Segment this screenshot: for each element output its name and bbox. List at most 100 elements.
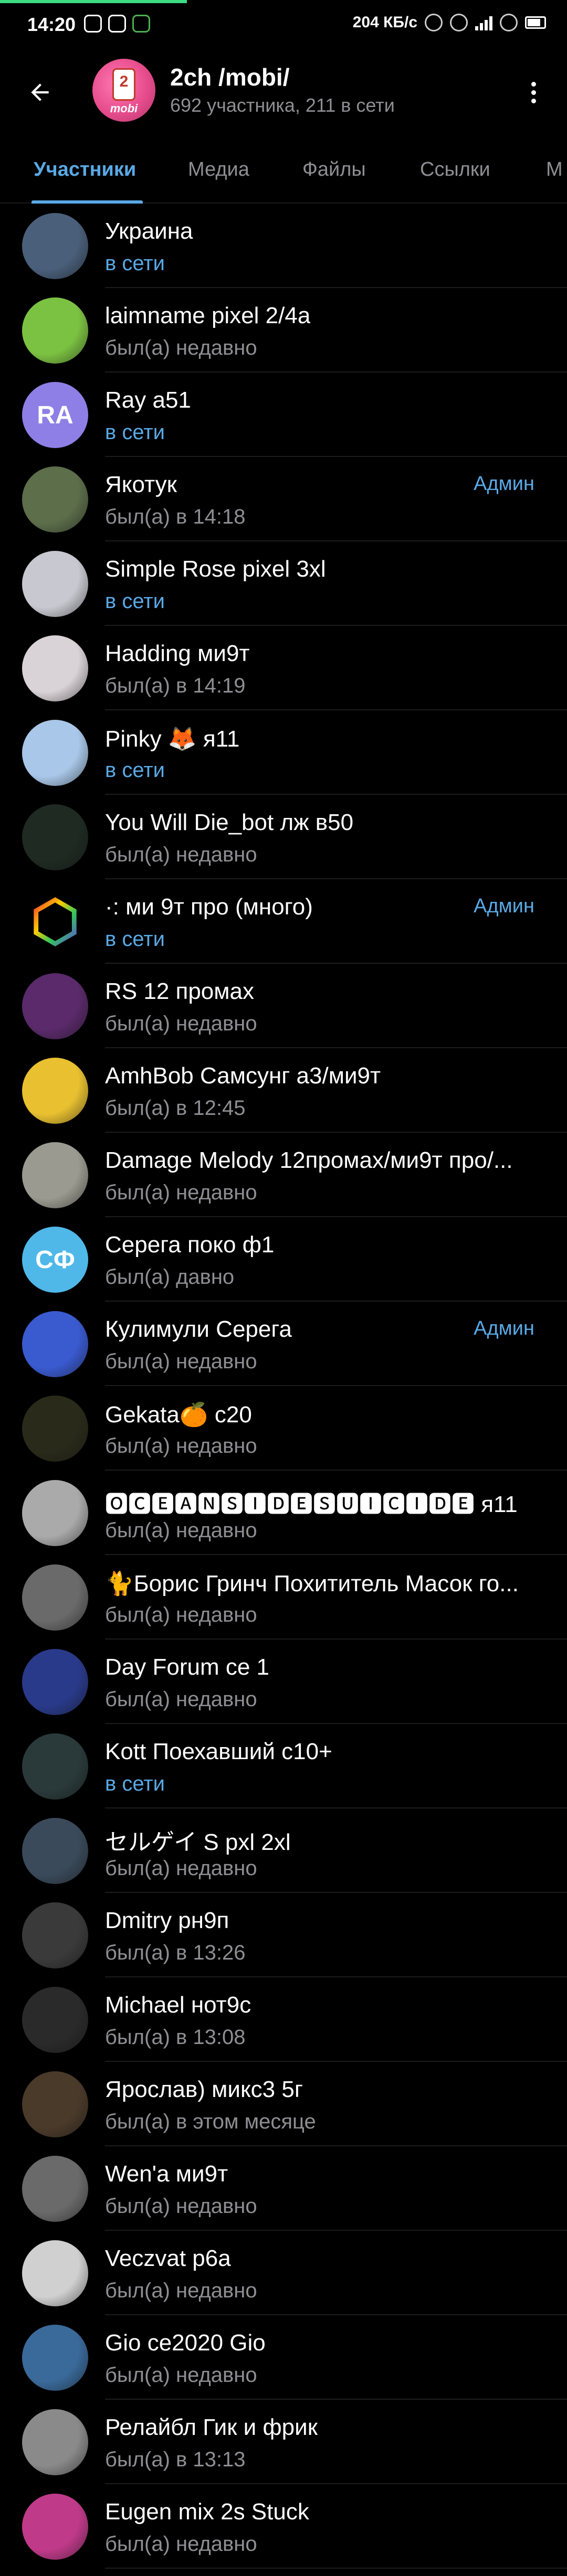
member-status: был(а) в 13:08 — [105, 2026, 246, 2049]
tab-members[interactable]: Участники — [34, 158, 136, 181]
member-avatar[interactable] — [22, 2071, 88, 2137]
member-status: был(а) недавно — [105, 1181, 257, 1204]
member-avatar[interactable] — [22, 1987, 88, 2053]
loading-progress — [0, 0, 187, 3]
member-row[interactable]: RS 12 промах был(а) недавно — [0, 964, 567, 1048]
member-row[interactable]: laimname pixel 2/4a был(а) недавно — [0, 288, 567, 372]
member-name: Gekata🍊 c20 — [105, 1402, 252, 1428]
member-avatar[interactable] — [22, 466, 88, 533]
member-avatar[interactable] — [22, 1649, 88, 1715]
member-row[interactable]: セルゲイ S pxl 2xl был(а) недавно — [0, 1808, 567, 1893]
member-avatar[interactable] — [22, 213, 88, 279]
member-avatar[interactable] — [22, 889, 88, 955]
member-row[interactable]: СФ Серега поко ф1 был(а) давно — [0, 1217, 567, 1302]
member-name: Eugen mix 2s Stuck — [105, 2499, 309, 2525]
member-row[interactable]: 🅾🅲🅴🅰🅽🆂🅸🅳🅴🆂🆄🅸🅲🅸🅳🅴 я11 был(а) недавно — [0, 1471, 567, 1555]
member-row[interactable]: Damage Melody 12промах/ми9т про/... был(а… — [0, 1133, 567, 1217]
member-row[interactable]: Якотук был(а) в 14:18 Админ — [0, 457, 567, 541]
admin-badge: Админ — [474, 473, 534, 495]
member-avatar[interactable] — [22, 1396, 88, 1462]
member-name: Pinky 🦊 я11 — [105, 726, 240, 752]
member-avatar[interactable]: RA — [22, 382, 88, 448]
member-status: был(а) недавно — [105, 1857, 257, 1880]
member-status: был(а) недавно — [105, 1434, 257, 1457]
member-status: был(а) недавно — [105, 1603, 257, 1626]
member-name: Michael нот9с — [105, 1992, 251, 2018]
member-row[interactable]: ·: ми 9т про (много) в сети Админ — [0, 879, 567, 964]
member-avatar[interactable] — [22, 2325, 88, 2391]
member-name: RS 12 промах — [105, 978, 255, 1004]
member-status: в сети — [105, 590, 165, 613]
member-row[interactable]: Wen'a ми9т был(а) недавно — [0, 2146, 567, 2231]
member-row[interactable]: Релайбл Гик и фрик был(а) в 13:13 — [0, 2400, 567, 2484]
member-avatar[interactable] — [22, 635, 88, 701]
app-notification-icon — [132, 15, 150, 33]
member-row[interactable]: Day Forum ce 1 был(а) недавно — [0, 1640, 567, 1724]
member-row[interactable]: Dmitry рн9п был(а) в 13:26 — [0, 1893, 567, 1977]
member-avatar[interactable] — [22, 1480, 88, 1546]
member-avatar[interactable] — [22, 720, 88, 786]
member-row[interactable]: AmhBob Самсунг а3/ми9т был(а) в 12:45 — [0, 1048, 567, 1133]
member-avatar[interactable]: СФ — [22, 1227, 88, 1293]
member-row[interactable]: 🐈Борис Гринч Похититель Масок го... был(а… — [0, 1555, 567, 1640]
member-name: セルゲイ S pxl 2xl — [105, 1829, 291, 1855]
arrow-left-icon — [31, 83, 49, 101]
member-avatar[interactable] — [22, 804, 88, 870]
member-avatar[interactable] — [22, 2156, 88, 2222]
tab-files[interactable]: Файлы — [302, 158, 366, 181]
member-row[interactable]: Ярослав) микс3 5г был(а) в этом месяце — [0, 2062, 567, 2146]
member-avatar[interactable] — [22, 1733, 88, 1800]
member-name: Kott Поехавший c10+ — [105, 1739, 332, 1764]
notification-icons — [84, 15, 150, 33]
alarm-icon — [450, 14, 468, 31]
member-row[interactable]: You Will Die_bot лж в50 был(а) недавно — [0, 795, 567, 879]
member-name: Кулимули Серега — [105, 1316, 292, 1342]
member-avatar[interactable] — [22, 973, 88, 1039]
member-row[interactable]: Gio ce2020 Gio был(а) недавно — [0, 2315, 567, 2400]
member-status: был(а) недавно — [105, 2279, 257, 2302]
member-row[interactable]: Gekata🍊 c20 был(а) недавно — [0, 1386, 567, 1471]
member-status: был(а) в этом месяце — [105, 2110, 316, 2133]
hexagon-ring-icon — [34, 897, 77, 946]
member-avatar[interactable] — [22, 1902, 88, 1968]
member-avatar[interactable] — [22, 1564, 88, 1631]
member-status: в сети — [105, 1772, 165, 1795]
more-menu-button[interactable] — [514, 73, 552, 111]
member-avatar[interactable] — [22, 551, 88, 617]
member-avatar[interactable] — [22, 1142, 88, 1208]
back-button[interactable] — [21, 73, 59, 111]
member-row[interactable]: Eugen mix 2s Stuck был(а) недавно — [0, 2484, 567, 2569]
member-avatar[interactable] — [22, 2240, 88, 2306]
member-avatar[interactable] — [22, 1311, 88, 1377]
group-avatar[interactable]: mobi — [92, 59, 155, 122]
member-status: был(а) в 13:26 — [105, 1941, 246, 1964]
member-row[interactable]: Simple Rose pixel 3xl в сети — [0, 541, 567, 626]
member-row[interactable]: RA Ray a51 в сети — [0, 372, 567, 457]
member-row[interactable]: Pinky 🦊 я11 в сети — [0, 710, 567, 795]
member-avatar[interactable] — [22, 1058, 88, 1124]
member-status: был(а) в 12:45 — [105, 1097, 246, 1120]
member-name: AmhBob Самсунг а3/ми9т — [105, 1063, 381, 1089]
member-avatar[interactable] — [22, 297, 88, 364]
member-avatar[interactable] — [22, 2494, 88, 2560]
group-title[interactable]: 2ch /mobi/ — [170, 63, 289, 91]
member-avatar[interactable] — [22, 2409, 88, 2475]
tab-media[interactable]: Медиа — [188, 158, 249, 181]
more-dot-icon — [531, 90, 536, 95]
member-name: Украина — [105, 218, 193, 244]
member-row[interactable]: Украина в сети — [0, 204, 567, 288]
member-name: Simple Rose pixel 3xl — [105, 556, 326, 582]
member-status: в сети — [105, 928, 165, 951]
more-dot-icon — [531, 98, 536, 103]
network-speed: 204 КБ/с — [352, 14, 417, 31]
member-row[interactable]: Hadding ми9т был(а) в 14:19 — [0, 626, 567, 710]
tab-more[interactable]: М — [546, 158, 563, 181]
member-row[interactable]: Veczvat р6а был(а) недавно — [0, 2231, 567, 2315]
member-row[interactable]: Kott Поехавший c10+ в сети — [0, 1724, 567, 1808]
member-name: Gio ce2020 Gio — [105, 2330, 266, 2356]
member-avatar[interactable] — [22, 1818, 88, 1884]
member-row[interactable]: Michael нот9с был(а) в 13:08 — [0, 1977, 567, 2062]
member-status: был(а) недавно — [105, 2195, 257, 2218]
tab-links[interactable]: Ссылки — [420, 158, 490, 181]
member-row[interactable]: Кулимули Серега был(а) недавно Админ — [0, 1302, 567, 1386]
